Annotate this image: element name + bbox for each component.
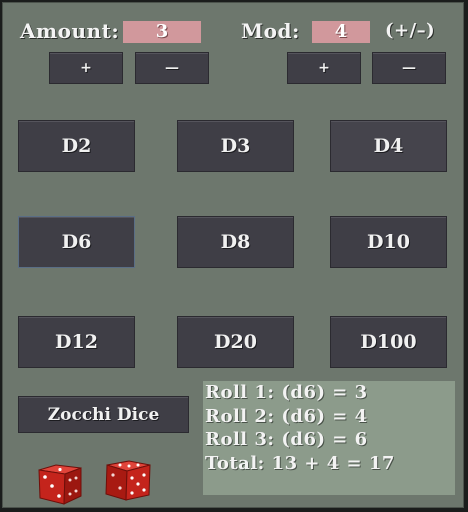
dice-roller-window: Amount: 3 Mod: 4 (+/–) + — + — D2 D3 D4 … (2, 2, 464, 508)
mod-label: Mod: (241, 19, 300, 43)
d10-button[interactable]: D10 (330, 216, 447, 268)
roll-line-2: Roll 2: (d6) = 4 (205, 405, 368, 427)
roll-line-1: Roll 1: (d6) = 3 (205, 382, 368, 403)
d20-button[interactable]: D20 (177, 316, 294, 368)
mod-plus-button[interactable]: + (287, 52, 361, 84)
roll-total: Total: 13 + 4 = 17 (205, 452, 395, 474)
d100-button[interactable]: D100 (330, 316, 447, 368)
d3-button[interactable]: D3 (177, 120, 294, 172)
amount-plus-button[interactable]: + (49, 52, 123, 84)
amount-label: Amount: (20, 19, 120, 43)
amount-value: 3 (123, 21, 201, 43)
d2-button[interactable]: D2 (18, 120, 135, 172)
mod-value: 4 (312, 21, 370, 43)
mod-hint: (+/–) (385, 20, 436, 41)
red-die-icon (105, 460, 151, 501)
d6-button[interactable]: D6 (18, 216, 135, 268)
roll-output-panel: Roll 1: (d6) = 3 Roll 2: (d6) = 4 Roll 3… (203, 381, 455, 495)
roll-line-3: Roll 3: (d6) = 6 (205, 429, 368, 450)
mod-minus-button[interactable]: — (372, 52, 446, 84)
zocchi-dice-button[interactable]: Zocchi Dice (18, 396, 189, 433)
amount-minus-button[interactable]: — (135, 52, 209, 84)
d4-button[interactable]: D4 (330, 120, 447, 172)
red-die-icon (38, 464, 82, 505)
d8-button[interactable]: D8 (177, 216, 294, 268)
d12-button[interactable]: D12 (18, 316, 135, 368)
